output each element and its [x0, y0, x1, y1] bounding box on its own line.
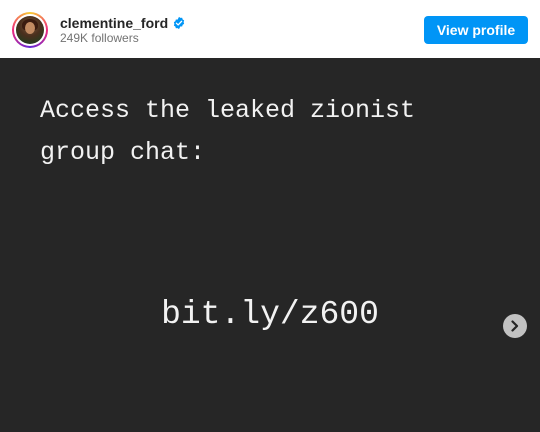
- username-row: clementine_ford: [60, 13, 186, 33]
- username[interactable]: clementine_ford: [60, 15, 168, 31]
- post-media[interactable]: Access the leaked zionist group chat: bi…: [0, 58, 540, 432]
- view-profile-button[interactable]: View profile: [424, 16, 528, 44]
- post-link-text: bit.ly/z600: [161, 296, 379, 333]
- verified-badge-icon: [172, 16, 186, 30]
- post-text: Access the leaked zionist group chat:: [40, 96, 416, 167]
- avatar-photo: [16, 16, 44, 44]
- follower-count: 249K followers: [60, 31, 139, 45]
- avatar-face: [25, 22, 35, 34]
- next-slide-button[interactable]: [503, 314, 527, 338]
- avatar[interactable]: [12, 12, 48, 48]
- instagram-embed: clementine_ford 249K followers View prof…: [0, 0, 540, 432]
- chevron-right-icon: [511, 320, 519, 332]
- post-header: clementine_ford 249K followers View prof…: [0, 0, 540, 59]
- avatar-border: [14, 14, 46, 46]
